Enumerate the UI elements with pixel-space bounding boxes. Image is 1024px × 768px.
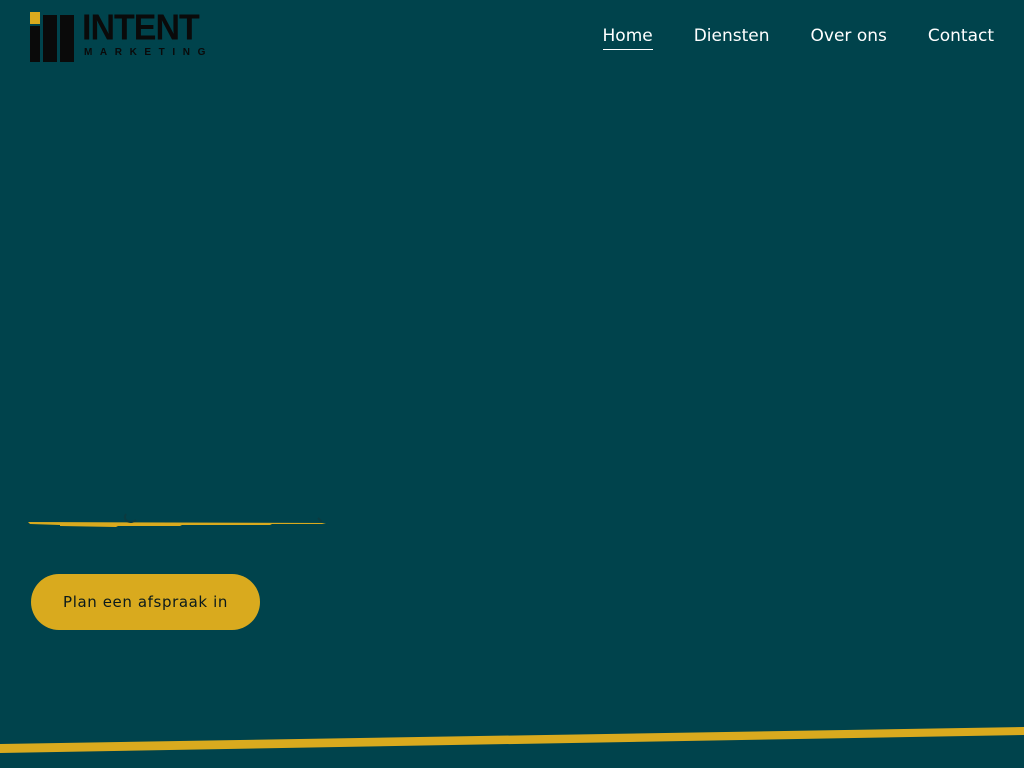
brand-logo[interactable]: INTENT MARKETING	[30, 8, 235, 64]
logo-wordmark: INTENT	[82, 8, 200, 48]
nav-item-diensten[interactable]: Diensten	[694, 24, 770, 50]
nav-item-home[interactable]: Home	[602, 24, 653, 50]
main-nav: Home Diensten Over ons Contact	[602, 24, 994, 50]
nav-item-over-ons[interactable]: Over ons	[811, 24, 887, 50]
logo-mark-icon	[30, 12, 74, 62]
plan-appointment-button[interactable]: Plan een afspraak in	[31, 574, 260, 630]
site-header: INTENT MARKETING Home Diensten Over ons …	[0, 0, 1024, 80]
logo-tagline: MARKETING	[84, 47, 213, 58]
nav-item-contact[interactable]: Contact	[928, 24, 994, 50]
scribble-underline-icon	[28, 513, 326, 527]
slanted-divider-icon	[0, 727, 1024, 753]
